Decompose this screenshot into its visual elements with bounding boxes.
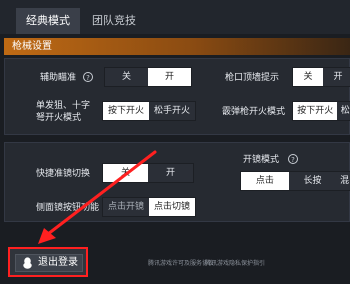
- section-title: 枪械设置: [12, 41, 52, 52]
- side-scope-switch[interactable]: 点击切镜: [149, 198, 195, 216]
- scope-mode-mixed[interactable]: 混: [336, 172, 350, 190]
- qq-penguin-icon: [23, 257, 32, 269]
- tab-classic[interactable]: 经典模式: [16, 8, 80, 34]
- aim-assist-toggle[interactable]: 关 开: [104, 67, 192, 87]
- shotgun-fire-press[interactable]: 按下开火: [293, 102, 338, 120]
- aim-assist-off[interactable]: 关: [105, 68, 148, 86]
- muzzle-hint-on[interactable]: 开: [323, 68, 350, 86]
- privacy-link[interactable]: 腾讯游戏隐私保护指引: [205, 258, 265, 267]
- muzzle-hint-toggle[interactable]: 关 开: [292, 67, 350, 87]
- fire-mode-label-line1: 单发狙、十字: [36, 101, 91, 111]
- side-scope-label: 侧面镜按钮功能: [36, 203, 100, 213]
- help-icon[interactable]: ?: [288, 154, 298, 164]
- tab-team-deathmatch[interactable]: 团队竞技: [82, 8, 146, 34]
- scope-mode-label: 开镜模式: [243, 155, 280, 165]
- logout-button[interactable]: 退出登录: [15, 254, 83, 272]
- fire-mode-release[interactable]: 松手开火: [149, 102, 195, 120]
- side-scope-open[interactable]: 点击开镜: [103, 198, 149, 216]
- quick-scope-off[interactable]: 关: [103, 164, 148, 182]
- muzzle-hint-label: 枪口顶墙提示: [225, 73, 280, 83]
- aim-assist-label: 辅助瞄准: [40, 73, 77, 83]
- muzzle-hint-off[interactable]: 关: [293, 68, 323, 86]
- fire-mode-label-line2: 弩开火模式: [36, 113, 82, 123]
- quick-scope-label: 快捷准镜切换: [36, 169, 91, 179]
- section-header: 枪械设置: [4, 38, 350, 55]
- shotgun-fire-label: 霰弹枪开火模式: [222, 107, 286, 117]
- aim-assist-on[interactable]: 开: [148, 68, 191, 86]
- side-scope-toggle[interactable]: 点击开镜 点击切镜: [102, 197, 196, 217]
- logout-label: 退出登录: [38, 257, 78, 268]
- quick-scope-toggle[interactable]: 关 开: [102, 163, 194, 183]
- quick-scope-on[interactable]: 开: [148, 164, 193, 182]
- scope-mode-toggle[interactable]: 点击 长按 混: [240, 171, 350, 191]
- fire-mode-press[interactable]: 按下开火: [103, 102, 149, 120]
- help-icon[interactable]: ?: [83, 72, 93, 82]
- shotgun-fire-toggle[interactable]: 按下开火 松: [292, 101, 350, 121]
- scope-mode-hold[interactable]: 长按: [288, 172, 337, 190]
- scope-mode-tap[interactable]: 点击: [241, 172, 289, 190]
- shotgun-fire-release[interactable]: 松: [337, 102, 350, 120]
- fire-mode-toggle[interactable]: 按下开火 松手开火: [102, 101, 196, 121]
- logout-highlight: 退出登录: [8, 247, 88, 277]
